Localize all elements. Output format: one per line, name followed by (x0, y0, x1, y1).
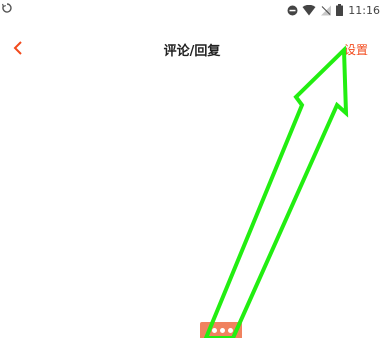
sync-icon (2, 3, 12, 13)
widget-dot (228, 328, 233, 333)
signal-off-icon (321, 5, 332, 15)
page-title: 评论/回复 (163, 44, 221, 59)
widget-dot (220, 328, 225, 333)
status-icons: 11:16 (287, 0, 380, 20)
status-time: 11:16 (348, 3, 380, 17)
screen: 11:16 评论/回复 设置 (0, 0, 384, 338)
do-not-disturb-icon (287, 5, 298, 15)
widget-dot (212, 328, 217, 333)
app-header: 评论/回复 设置 (0, 30, 384, 70)
battery-icon (336, 4, 344, 16)
bottom-widget[interactable] (200, 322, 242, 338)
wifi-icon (302, 4, 316, 15)
status-bar: 11:16 (0, 0, 384, 20)
settings-button[interactable]: 设置 (344, 41, 368, 58)
